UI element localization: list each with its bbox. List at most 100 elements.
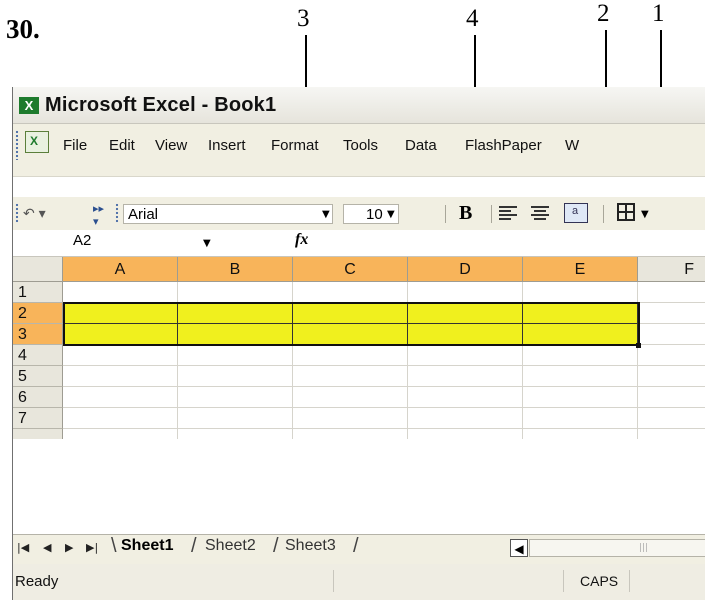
cell-e7[interactable] xyxy=(523,408,638,429)
cell-c4[interactable] xyxy=(293,345,408,366)
merge-center-icon[interactable] xyxy=(564,203,588,223)
column-header-b[interactable]: B xyxy=(178,257,293,282)
cell-d8[interactable] xyxy=(408,429,523,439)
name-box[interactable]: A2 xyxy=(73,232,91,249)
menu-edit[interactable]: Edit xyxy=(109,137,135,154)
menu-tools[interactable]: Tools xyxy=(343,137,378,154)
cell-a8[interactable] xyxy=(63,429,178,439)
name-box-dropdown-arrow[interactable]: ▼ xyxy=(203,238,211,249)
row-header-3[interactable]: 3 xyxy=(13,324,63,345)
cell-e4[interactable] xyxy=(523,345,638,366)
menu-format[interactable]: Format xyxy=(271,137,319,154)
excel-logo-icon: X xyxy=(19,97,39,114)
cell-c8[interactable] xyxy=(293,429,408,439)
menu-file[interactable]: File xyxy=(63,137,87,154)
borders-dropdown-arrow[interactable]: ▼ xyxy=(641,209,649,220)
cell-f2[interactable] xyxy=(638,303,705,324)
first-sheet-icon[interactable]: |◀ xyxy=(17,541,29,554)
bold-button[interactable]: B xyxy=(459,202,472,225)
toolbar-separator xyxy=(445,205,446,223)
cell-c1[interactable] xyxy=(293,282,408,303)
last-sheet-icon[interactable]: ▶| xyxy=(86,541,98,554)
cell-b7[interactable] xyxy=(178,408,293,429)
column-header-a[interactable]: A xyxy=(63,257,178,282)
cell-e6[interactable] xyxy=(523,387,638,408)
cell-a4[interactable] xyxy=(63,345,178,366)
insert-function-icon[interactable]: fx xyxy=(295,231,308,249)
cell-a1[interactable] xyxy=(63,282,178,303)
cell-f1[interactable] xyxy=(638,282,705,303)
menubar-grip xyxy=(15,130,19,160)
cell-f7[interactable] xyxy=(638,408,705,429)
tab-divider: / xyxy=(273,535,279,557)
cell-a5[interactable] xyxy=(63,366,178,387)
cell-e1[interactable] xyxy=(523,282,638,303)
select-all-corner[interactable] xyxy=(13,257,63,282)
menu-insert[interactable]: Insert xyxy=(208,137,246,154)
sheet-tab-sheet1[interactable]: Sheet1 xyxy=(121,537,173,555)
row-header-5[interactable]: 5 xyxy=(13,366,63,387)
row-header-8-partial[interactable] xyxy=(13,429,63,439)
cell-f5[interactable] xyxy=(638,366,705,387)
menu-data[interactable]: Data xyxy=(405,137,437,154)
toolbar-options-icon[interactable]: ▸▸ ▾ xyxy=(93,202,104,228)
font-dropdown-arrow[interactable]: ▼ xyxy=(322,209,330,220)
cell-d6[interactable] xyxy=(408,387,523,408)
column-header-f[interactable]: F xyxy=(638,257,705,282)
scroll-left-button[interactable]: ◀ xyxy=(510,539,528,557)
status-ready: Ready xyxy=(15,573,59,590)
worksheet-grid[interactable]: A B C D E F 1 2 3 4 5 6 7 xyxy=(13,257,705,533)
font-name-box[interactable]: Arial xyxy=(123,204,333,224)
cell-f8[interactable] xyxy=(638,429,705,439)
fill-handle[interactable] xyxy=(636,343,641,348)
column-header-d[interactable]: D xyxy=(408,257,523,282)
row-header-2[interactable]: 2 xyxy=(13,303,63,324)
cell-d4[interactable] xyxy=(408,345,523,366)
toolbar-separator xyxy=(491,205,492,223)
cell-c5[interactable] xyxy=(293,366,408,387)
column-header-c[interactable]: C xyxy=(293,257,408,282)
cell-b4[interactable] xyxy=(178,345,293,366)
cell-f3[interactable] xyxy=(638,324,705,345)
column-header-e[interactable]: E xyxy=(523,257,638,282)
cell-e5[interactable] xyxy=(523,366,638,387)
sheet-tab-sheet2[interactable]: Sheet2 xyxy=(205,537,256,555)
cell-b8[interactable] xyxy=(178,429,293,439)
status-panel-divider xyxy=(629,570,630,592)
row-header-1[interactable]: 1 xyxy=(13,282,63,303)
scroll-thumb-grip[interactable]: ||| xyxy=(639,543,648,553)
row-header-7[interactable]: 7 xyxy=(13,408,63,429)
cell-b5[interactable] xyxy=(178,366,293,387)
menu-flashpaper[interactable]: FlashPaper xyxy=(465,137,542,154)
document-icon[interactable] xyxy=(25,131,49,153)
cell-a7[interactable] xyxy=(63,408,178,429)
cell-a6[interactable] xyxy=(63,387,178,408)
row-header-6[interactable]: 6 xyxy=(13,387,63,408)
prev-sheet-icon[interactable]: ◀ xyxy=(43,541,51,554)
align-center-icon[interactable] xyxy=(531,204,549,222)
menu-window[interactable]: W xyxy=(565,137,579,154)
cell-c7[interactable] xyxy=(293,408,408,429)
sheet-tab-sheet3[interactable]: Sheet3 xyxy=(285,537,336,555)
title-bar: X Microsoft Excel - Book1 xyxy=(13,87,705,124)
cell-d7[interactable] xyxy=(408,408,523,429)
borders-icon[interactable] xyxy=(617,203,635,221)
align-left-icon[interactable] xyxy=(499,204,517,222)
callout-1-label: 1 xyxy=(652,0,665,27)
next-sheet-icon[interactable]: ▶ xyxy=(65,541,73,554)
cell-c6[interactable] xyxy=(293,387,408,408)
cell-b6[interactable] xyxy=(178,387,293,408)
row-header-4[interactable]: 4 xyxy=(13,345,63,366)
cell-f6[interactable] xyxy=(638,387,705,408)
menu-view[interactable]: View xyxy=(155,137,187,154)
undo-icon[interactable]: ↶ ▾ xyxy=(23,205,46,222)
horizontal-scrollbar[interactable] xyxy=(529,539,705,557)
cell-b1[interactable] xyxy=(178,282,293,303)
cell-d1[interactable] xyxy=(408,282,523,303)
tab-divider: / xyxy=(191,535,197,557)
cell-e8[interactable] xyxy=(523,429,638,439)
cell-d5[interactable] xyxy=(408,366,523,387)
font-size-dropdown-arrow[interactable]: ▼ xyxy=(387,209,395,220)
cell-f4[interactable] xyxy=(638,345,705,366)
toolbar-grip xyxy=(15,203,19,223)
